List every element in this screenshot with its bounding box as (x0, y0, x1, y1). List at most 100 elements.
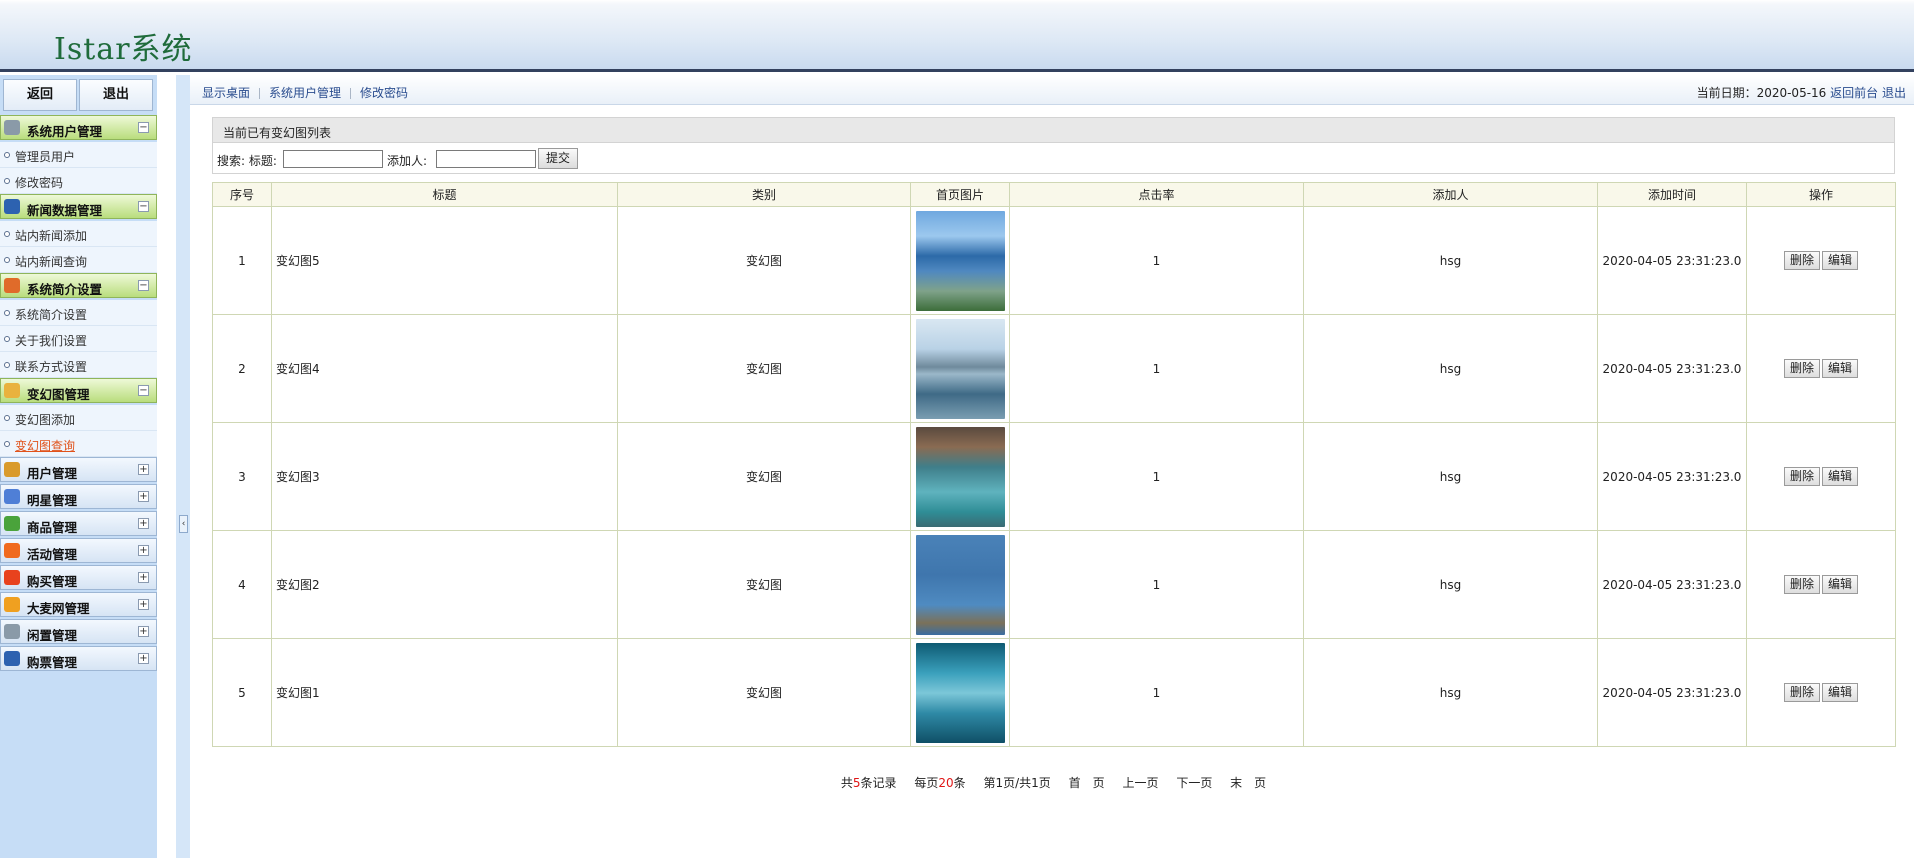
sidebar-item[interactable]: 站内新闻查询 (0, 247, 157, 273)
back-button[interactable]: 返回 (3, 79, 77, 111)
monitor-icon (4, 199, 20, 214)
sidebar-group-label: 明星管理 (27, 493, 78, 508)
row-time: 2020-04-05 23:31:23.0 (1597, 638, 1747, 747)
image-table: 序号 标题 类别 首页图片 点击率 添加人 添加时间 操作 1 变幻图5 变幻图 1 h… (212, 182, 1896, 747)
sidebar-group-11[interactable]: 购票管理 + (0, 646, 157, 671)
logout-link[interactable]: 退出 (1882, 86, 1906, 100)
row-no: 5 (212, 638, 272, 747)
expand-icon[interactable]: + (138, 626, 149, 637)
sidebar-group-0[interactable]: 系统用户管理 − (0, 115, 157, 140)
last-page-link[interactable]: 末 页 (1230, 776, 1266, 790)
row-category: 变幻图 (617, 530, 911, 639)
submit-button[interactable]: 提交 (538, 148, 578, 169)
expand-icon[interactable]: + (138, 545, 149, 556)
sidebar-item[interactable]: 管理员用户 (0, 142, 157, 168)
expand-icon[interactable]: + (138, 518, 149, 529)
expand-icon[interactable]: + (138, 491, 149, 502)
sidebar-group-4[interactable]: 用户管理 + (0, 457, 157, 482)
sidebar-item[interactable]: 变幻图查询 (0, 431, 157, 457)
page-info: 第1页/共1页 (983, 776, 1051, 790)
date-area: 当前日期：2020-05-16 返回前台 退出 (1697, 84, 1906, 101)
row-image-cell (910, 638, 1010, 747)
row-title: 变幻图4 (271, 314, 618, 423)
sidebar-item[interactable]: 站内新闻添加 (0, 221, 157, 247)
row-actions: 删除 编辑 (1746, 206, 1896, 315)
sidebar-item-label: 系统简介设置 (15, 308, 88, 322)
delete-button[interactable]: 删除 (1783, 467, 1820, 486)
thumbnail-image (915, 426, 1005, 527)
row-no: 2 (212, 314, 272, 423)
sidebar-group-5[interactable]: 明星管理 + (0, 484, 157, 509)
bar-chart-icon (4, 489, 20, 504)
row-clicks: 1 (1009, 206, 1304, 315)
search-bar: 搜索: 标题: 添加人: 提交 (212, 143, 1895, 174)
sidebar-group-2[interactable]: 系统简介设置 − (0, 273, 157, 298)
app-header: Istar系统 (0, 0, 1914, 72)
edit-button[interactable]: 编辑 (1822, 467, 1859, 486)
row-adder: hsg (1303, 314, 1598, 423)
sidebar-item-label: 修改密码 (15, 176, 64, 190)
sidebar-item[interactable]: 联系方式设置 (0, 352, 157, 378)
collapse-icon[interactable]: − (138, 122, 149, 133)
sidebar-item[interactable]: 修改密码 (0, 168, 157, 194)
expand-icon[interactable]: + (138, 464, 149, 475)
prev-page-link[interactable]: 上一页 (1122, 776, 1158, 790)
sidebar-group-7[interactable]: 活动管理 + (0, 538, 157, 563)
row-adder: hsg (1303, 638, 1598, 747)
sidebar-group-3[interactable]: 变幻图管理 − (0, 378, 157, 403)
sidebar-item-label: 关于我们设置 (15, 334, 88, 348)
thumbnail-image (915, 642, 1005, 743)
link-system-user-manage[interactable]: 系统用户管理 (269, 86, 341, 100)
expand-icon[interactable]: + (138, 572, 149, 583)
edit-button[interactable]: 编辑 (1822, 683, 1859, 702)
link-show-desktop[interactable]: 显示桌面 (202, 86, 250, 100)
col-header-no: 序号 (212, 182, 272, 207)
expand-icon[interactable]: + (138, 653, 149, 664)
sidebar-group-label: 系统用户管理 (27, 124, 103, 139)
edit-button[interactable]: 编辑 (1822, 359, 1859, 378)
bullet-icon (4, 152, 10, 158)
sidebar-group-9[interactable]: 大麦网管理 + (0, 592, 157, 617)
title-search-input[interactable] (283, 150, 383, 168)
row-image-cell (910, 206, 1010, 315)
delete-button[interactable]: 删除 (1783, 683, 1820, 702)
collapse-icon[interactable]: − (138, 385, 149, 396)
sidebar-group-8[interactable]: 购买管理 + (0, 565, 157, 590)
folder-icon (4, 383, 20, 398)
next-page-link[interactable]: 下一页 (1176, 776, 1212, 790)
sidebar-item-label: 站内新闻查询 (15, 255, 88, 269)
first-page-link[interactable]: 首 页 (1069, 776, 1105, 790)
table-header-row: 序号 标题 类别 首页图片 点击率 添加人 添加时间 操作 (212, 182, 1896, 207)
sidebar-group-label: 活动管理 (27, 547, 78, 562)
back-to-front-link[interactable]: 返回前台 (1830, 86, 1878, 100)
logout-button[interactable]: 退出 (79, 79, 153, 111)
expand-icon[interactable]: + (138, 599, 149, 610)
link-change-password[interactable]: 修改密码 (360, 86, 408, 100)
row-adder: hsg (1303, 530, 1598, 639)
edit-button[interactable]: 编辑 (1822, 575, 1859, 594)
col-header-category: 类别 (617, 182, 911, 207)
sidebar-group-label: 闲置管理 (27, 628, 78, 643)
col-header-title: 标题 (271, 182, 618, 207)
sidebar-collapse-bar (176, 75, 190, 858)
row-actions: 删除 编辑 (1746, 638, 1896, 747)
adder-search-input[interactable] (436, 150, 536, 168)
collapse-icon[interactable]: − (138, 280, 149, 291)
sidebar-group-1[interactable]: 新闻数据管理 − (0, 194, 157, 219)
collapse-icon[interactable]: − (138, 201, 149, 212)
sidebar-group-label: 新闻数据管理 (27, 203, 103, 218)
delete-button[interactable]: 删除 (1783, 575, 1820, 594)
sidebar-item[interactable]: 关于我们设置 (0, 326, 157, 352)
collapse-sidebar-icon[interactable]: ‹ (179, 515, 188, 533)
edit-button[interactable]: 编辑 (1822, 251, 1859, 270)
row-clicks: 1 (1009, 422, 1304, 531)
sidebar-group-10[interactable]: 闲置管理 + (0, 619, 157, 644)
sidebar-item[interactable]: 变幻图添加 (0, 405, 157, 431)
thumbnail-image (915, 534, 1005, 635)
taobao-icon (4, 543, 20, 558)
bullet-icon (4, 257, 10, 263)
delete-button[interactable]: 删除 (1783, 359, 1820, 378)
delete-button[interactable]: 删除 (1783, 251, 1820, 270)
sidebar-group-6[interactable]: 商品管理 + (0, 511, 157, 536)
sidebar-item[interactable]: 系统简介设置 (0, 300, 157, 326)
